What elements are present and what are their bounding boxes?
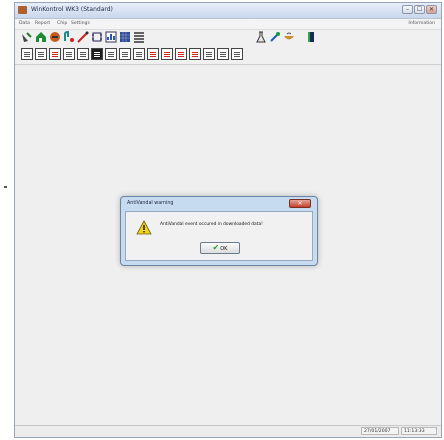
dialog-message: AntiVandal event occured in downloaded d…: [160, 222, 263, 227]
document-dark-icon[interactable]: [91, 48, 103, 60]
warning-icon: [136, 220, 152, 235]
menu-data[interactable]: Data: [19, 19, 30, 29]
window-controls: – ☐ ✕: [402, 5, 437, 14]
grid-icon[interactable]: [119, 31, 131, 43]
document-red-2-icon[interactable]: [161, 48, 173, 60]
flask-icon[interactable]: [255, 31, 267, 43]
title-bar[interactable]: WinKontrol WK3 (Standard) – ☐ ✕: [15, 3, 441, 19]
document-toolbar: [19, 47, 439, 63]
bowl-icon[interactable]: [283, 31, 295, 43]
chart-icon[interactable]: [105, 31, 117, 43]
status-date: 27/01/2007: [361, 427, 399, 435]
antivandal-warning-dialog: AntiVandal warning ✕ AntiVandal event oc…: [120, 196, 318, 266]
line-tool-icon[interactable]: [77, 31, 89, 43]
document-print-icon[interactable]: [231, 48, 243, 60]
document-search-icon[interactable]: [133, 48, 145, 60]
crest-icon[interactable]: [49, 31, 61, 43]
document-blue-icon[interactable]: [203, 48, 215, 60]
document-red-3-icon[interactable]: [175, 48, 187, 60]
document-arrow-icon[interactable]: [63, 48, 75, 60]
exit-door-icon[interactable]: [305, 31, 317, 43]
menu-settings[interactable]: Settings: [71, 19, 90, 29]
document-green-icon[interactable]: [217, 48, 229, 60]
house-icon[interactable]: [35, 31, 47, 43]
menu-chip[interactable]: Chip: [57, 19, 67, 29]
close-button[interactable]: ✕: [426, 5, 437, 14]
tools-icon[interactable]: [269, 31, 281, 43]
dialog-close-button[interactable]: ✕: [289, 199, 311, 208]
document-list-icon[interactable]: [35, 48, 47, 60]
status-bar: 27/01/2007 11:13:33: [15, 425, 441, 437]
menu-information[interactable]: Information: [408, 19, 435, 29]
document-red-icon[interactable]: [147, 48, 159, 60]
chip-icon[interactable]: [91, 31, 103, 43]
window-title: WinKontrol WK3 (Standard): [31, 6, 113, 13]
list-icon[interactable]: [133, 31, 145, 43]
dialog-title: AntiVandal warning: [127, 201, 174, 206]
dialog-body: AntiVandal event occured in downloaded d…: [125, 211, 313, 261]
document-icon[interactable]: [21, 48, 33, 60]
wrench-icon[interactable]: [63, 31, 75, 43]
status-time: 11:13:33: [401, 427, 437, 435]
document-page-icon[interactable]: [119, 48, 131, 60]
ok-button[interactable]: ✔OK: [200, 242, 240, 254]
menu-bar: Data Report Chip Settings Information: [15, 19, 441, 30]
app-icon: [18, 6, 27, 14]
checkmark-icon: ✔: [212, 243, 220, 252]
document-dark-2-icon[interactable]: [105, 48, 117, 60]
edge-marker: [4, 186, 7, 188]
document-photo-icon[interactable]: [77, 48, 89, 60]
satellite-dish-icon[interactable]: [21, 31, 33, 43]
main-toolbar: [19, 30, 439, 46]
minimize-button[interactable]: –: [402, 5, 413, 14]
ok-button-label: OK: [220, 246, 228, 252]
maximize-button[interactable]: ☐: [414, 5, 425, 14]
document-chart-icon[interactable]: [49, 48, 61, 60]
document-red-4-icon[interactable]: [189, 48, 201, 60]
menu-report[interactable]: Report: [35, 19, 50, 29]
